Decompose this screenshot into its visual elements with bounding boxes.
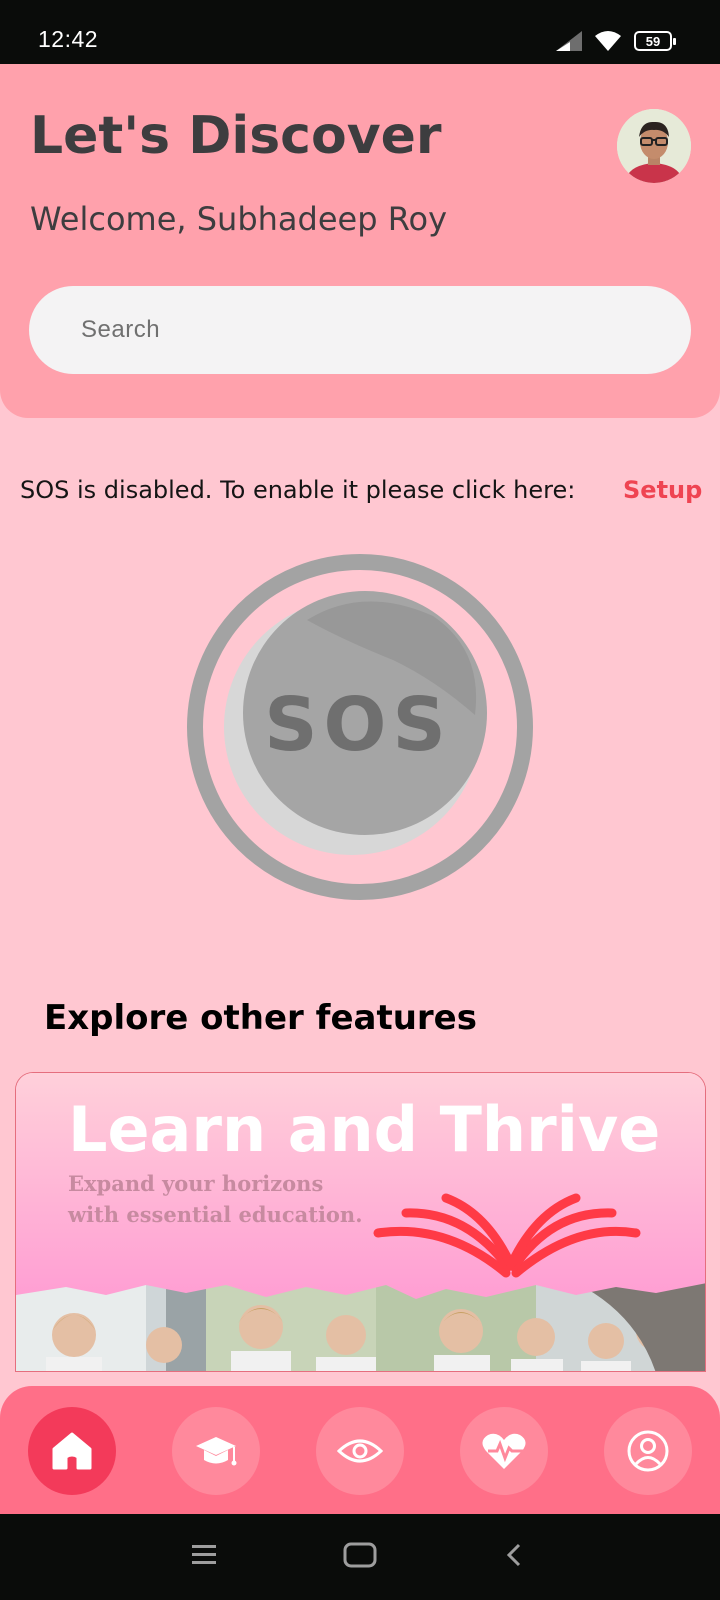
back-icon[interactable]: [505, 1542, 523, 1568]
explore-title: Explore other features: [44, 998, 477, 1038]
sos-setup-link[interactable]: Setup: [623, 476, 702, 504]
avatar-photo: [617, 109, 691, 183]
sos-label: SOS: [264, 682, 452, 768]
status-icons: 59: [556, 30, 676, 52]
status-time: 12:42: [38, 26, 99, 52]
sos-graphic: SOS: [187, 554, 533, 900]
page-title: Let's Discover: [30, 106, 442, 166]
header: Let's Discover Welcome, Subhadeep Roy: [0, 64, 720, 418]
banner-title: Learn and Thrive: [68, 1093, 660, 1166]
nav-profile[interactable]: [604, 1407, 692, 1495]
status-bar: 12:42 59: [0, 0, 720, 64]
banner-subtitle-line2: with essential education.: [67, 1202, 363, 1227]
bottom-nav: [0, 1386, 720, 1514]
user-circle-icon: [627, 1430, 669, 1472]
welcome-text: Welcome, Subhadeep Roy: [30, 200, 447, 238]
avatar[interactable]: [617, 109, 691, 183]
home-icon: [52, 1432, 92, 1470]
nav-education[interactable]: [172, 1407, 260, 1495]
graduation-cap-icon: [196, 1437, 237, 1466]
battery-level: 59: [645, 33, 661, 49]
banner-graphic: Learn and Thrive Expand your horizons wi…: [16, 1073, 705, 1371]
battery-icon: 59: [634, 31, 676, 51]
sos-disabled-notice: SOS is disabled. To enable it please cli…: [20, 476, 576, 504]
system-nav-bar: [0, 1514, 720, 1600]
learn-and-thrive-card[interactable]: Learn and Thrive Expand your horizons wi…: [15, 1072, 706, 1372]
nav-health[interactable]: [460, 1407, 548, 1495]
heart-pulse-icon: [482, 1433, 526, 1469]
nav-view[interactable]: [316, 1407, 404, 1495]
eye-icon: [337, 1439, 383, 1463]
menu-icon[interactable]: [192, 1544, 218, 1566]
wifi-icon: [595, 31, 621, 51]
home-square-icon[interactable]: [343, 1542, 377, 1568]
banner-subtitle-line1: Expand your horizons: [68, 1171, 323, 1196]
search-input[interactable]: [29, 286, 691, 374]
sos-button[interactable]: SOS: [183, 550, 537, 904]
signal-icon: [556, 31, 582, 51]
nav-home[interactable]: [28, 1407, 116, 1495]
